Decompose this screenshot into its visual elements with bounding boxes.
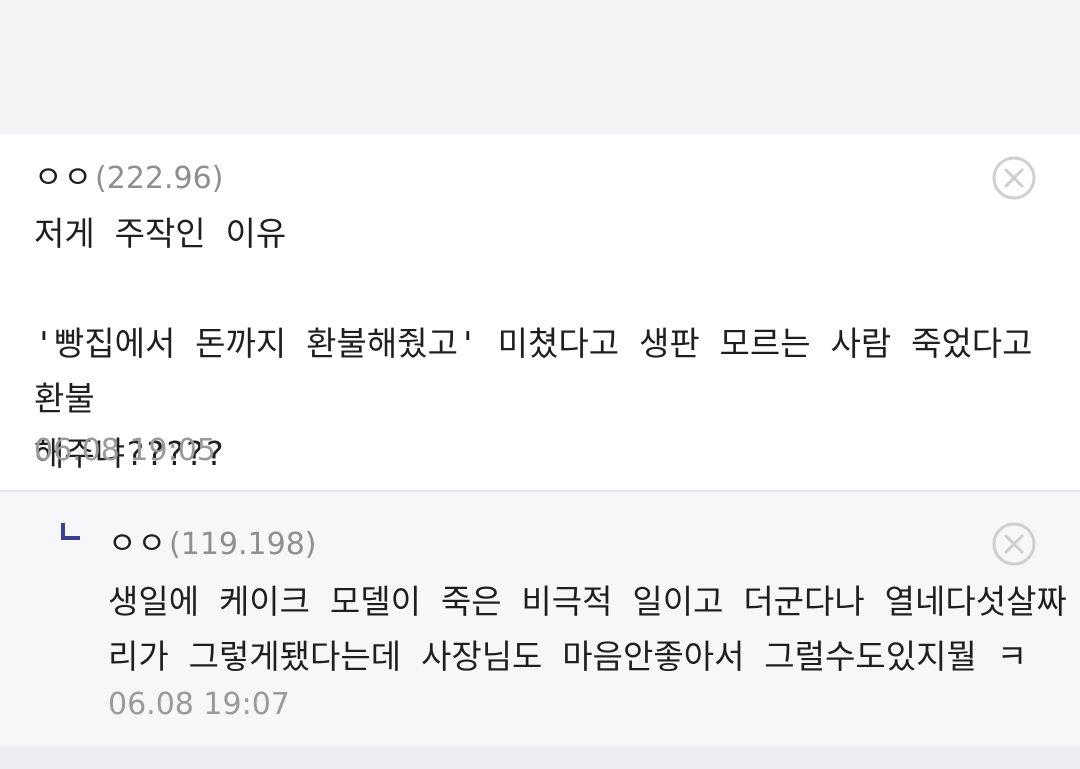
comment-timestamp: 06.08 19:05 [34, 433, 216, 468]
reply-nickname[interactable]: ㅇㅇ [108, 518, 167, 563]
comment-nickname[interactable]: ㅇㅇ [34, 152, 93, 197]
reply-arrow-icon [61, 523, 80, 540]
top-spacer [0, 0, 1080, 134]
reply-body: 생일에 케이크 모델이 죽은 비극적 일이고 더군다나 열네다섯살짜 리가 그렇… [108, 582, 1067, 676]
close-circle-icon[interactable] [992, 522, 1036, 566]
reply-timestamp: 06.08 19:07 [108, 687, 290, 722]
comment-author: ㅇㅇ (222.96) [34, 152, 223, 197]
reply-ip: (119.198) [169, 527, 317, 562]
comment-ip: (222.96) [95, 161, 224, 196]
close-circle-icon[interactable] [992, 156, 1036, 200]
comment-item: ㅇㅇ (222.96) 저게 주작인 이유 '빵집에서 돈까지 환불해줬고' 미… [0, 134, 1080, 490]
reply-author: ㅇㅇ (119.198) [108, 518, 317, 563]
reply-item: ㅇㅇ (119.198) 생일에 케이크 모델이 죽은 비극적 일이고 더군다나… [0, 490, 1080, 748]
bottom-spacer [0, 746, 1080, 769]
